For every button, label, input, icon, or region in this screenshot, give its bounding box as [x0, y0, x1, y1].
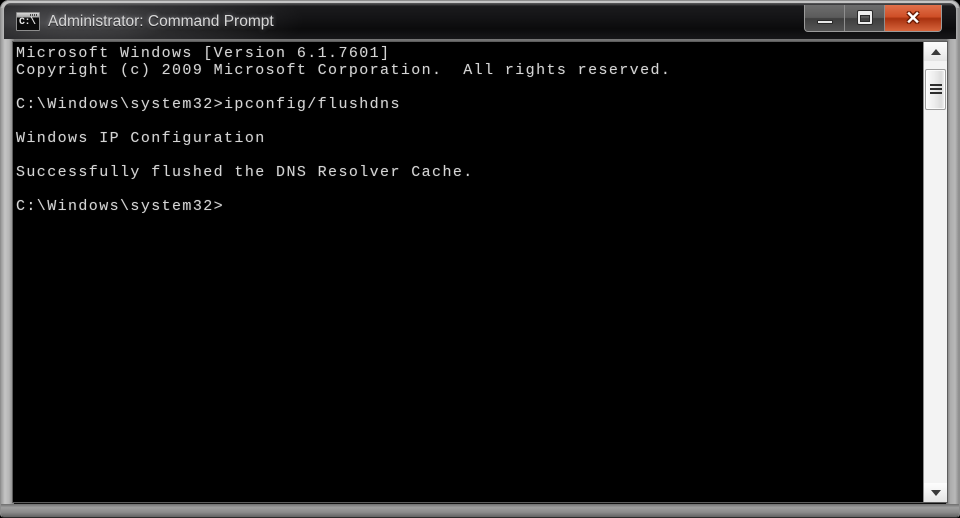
close-icon: ✕ — [905, 8, 921, 28]
console-scrollbar[interactable] — [923, 42, 947, 502]
maximize-icon — [857, 11, 872, 24]
console-line: C:\Windows\system32>ipconfig/flushdns — [16, 96, 401, 113]
scrollbar-up-button[interactable] — [924, 42, 947, 61]
window-title: Administrator: Command Prompt — [48, 13, 274, 30]
console-line: Windows IP Configuration — [16, 130, 266, 147]
console-line: Successfully flushed the DNS Resolver Ca… — [16, 164, 474, 181]
console-line: Copyright (c) 2009 Microsoft Corporation… — [16, 62, 672, 79]
console-line: C:\Windows\system32> — [16, 198, 225, 215]
scrollbar-thumb[interactable] — [925, 68, 946, 110]
minimize-icon — [816, 20, 833, 25]
window-frame-right — [946, 8, 960, 513]
scrollbar-down-button[interactable] — [924, 483, 947, 502]
scrollbar-track[interactable] — [924, 61, 947, 483]
minimize-button[interactable] — [805, 5, 845, 31]
chevron-up-icon — [930, 48, 941, 55]
command-prompt-icon-label: C:\ — [19, 17, 36, 28]
chevron-down-icon — [930, 489, 941, 496]
command-prompt-icon[interactable]: C:\ — [16, 12, 40, 31]
grip-icon — [929, 84, 942, 95]
title-bar[interactable]: C:\ Administrator: Command Prompt ✕ — [4, 3, 956, 39]
window-controls: ✕ — [804, 5, 942, 32]
maximize-button[interactable] — [845, 5, 885, 31]
console-line: Microsoft Windows [Version 6.1.7601] — [16, 45, 391, 62]
command-prompt-window: C:\ Administrator: Command Prompt ✕ Micr… — [0, 0, 960, 518]
console-output[interactable]: Microsoft Windows [Version 6.1.7601] Copy… — [13, 42, 923, 502]
close-button[interactable]: ✕ — [885, 5, 941, 31]
console-client-area: Microsoft Windows [Version 6.1.7601] Copy… — [12, 41, 948, 503]
window-frame-bottom — [0, 504, 960, 518]
